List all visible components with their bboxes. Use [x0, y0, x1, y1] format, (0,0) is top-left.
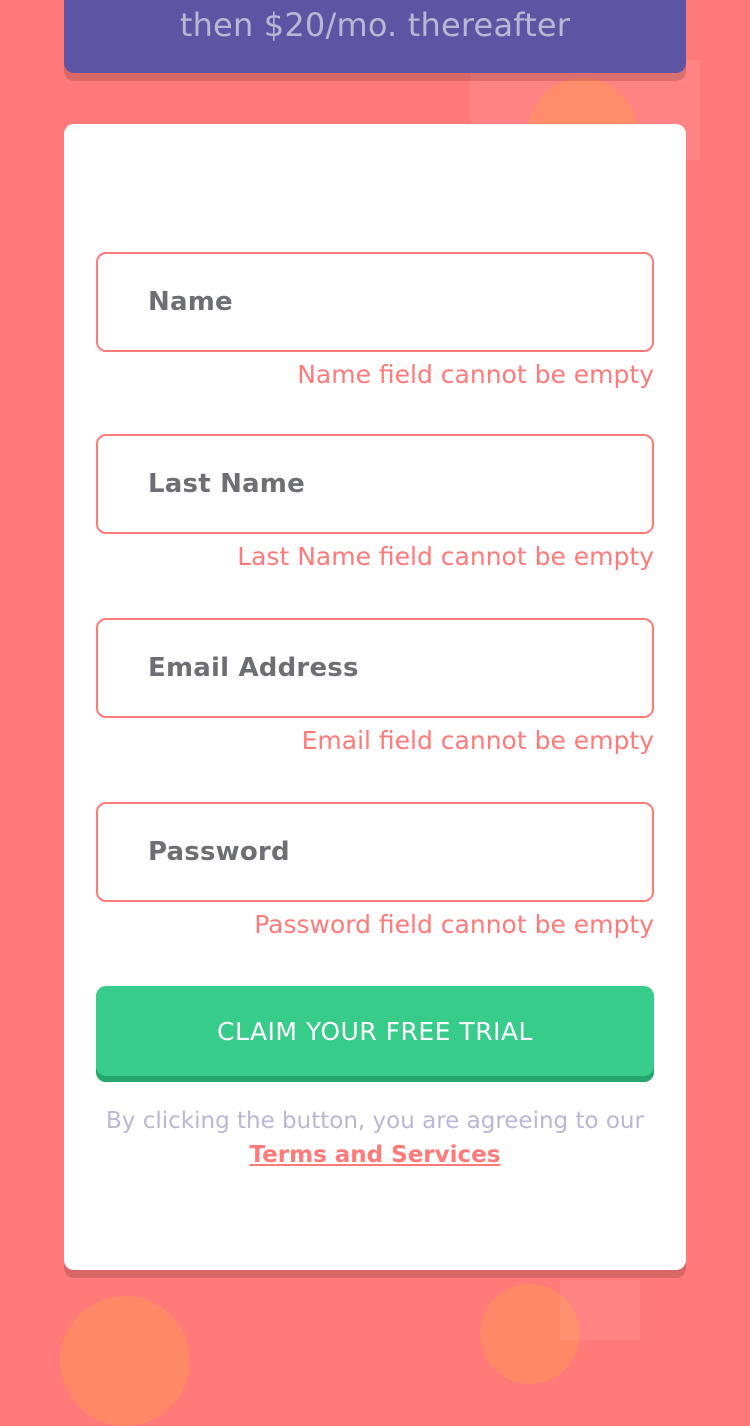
background-gear-decoration [60, 1296, 190, 1426]
last-name-input-label: Last Name [148, 469, 305, 499]
background-gear-decoration [480, 1284, 580, 1384]
claim-trial-button-label: CLAIM YOUR FREE TRIAL [217, 1016, 533, 1046]
signup-form-card: Name Name field cannot be empty Last Nam… [64, 124, 686, 1270]
claim-trial-button[interactable]: CLAIM YOUR FREE TRIAL [96, 986, 654, 1082]
pricing-text: then $20/mo. thereafter [179, 6, 571, 44]
password-error-message: Password field cannot be empty [254, 910, 654, 939]
password-input[interactable]: Password [96, 802, 654, 902]
name-error-message: Name field cannot be empty [297, 360, 654, 389]
last-name-error-message: Last Name field cannot be empty [237, 542, 654, 571]
password-input-label: Password [148, 837, 290, 867]
background-decoration [560, 1280, 640, 1340]
terms-notice: By clicking the button, you are agreeing… [96, 1104, 654, 1172]
last-name-input[interactable]: Last Name [96, 434, 654, 534]
terms-text: By clicking the button, you are agreeing… [106, 1108, 644, 1134]
email-error-message: Email field cannot be empty [301, 726, 654, 755]
terms-link[interactable]: Terms and Services [250, 1142, 501, 1168]
name-input-label: Name [148, 287, 233, 317]
name-input[interactable]: Name [96, 252, 654, 352]
email-input-label: Email Address [148, 653, 359, 683]
email-input[interactable]: Email Address [96, 618, 654, 718]
pricing-banner: then $20/mo. thereafter [64, 0, 686, 73]
